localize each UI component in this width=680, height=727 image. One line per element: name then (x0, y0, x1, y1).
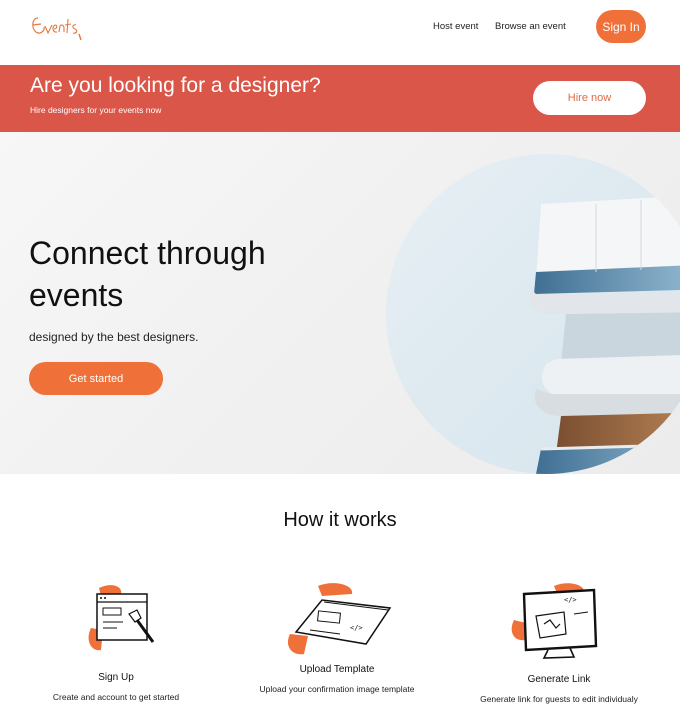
step-title: Sign Up (98, 672, 134, 683)
building-image (386, 154, 680, 474)
banner-title: Are you looking for a designer? (30, 74, 321, 97)
svg-text:</>: </> (350, 624, 363, 632)
svg-text:</>: </> (564, 596, 577, 604)
banner-subtitle: Hire designers for your events now (30, 105, 162, 115)
step-description: Create and account to get started (52, 692, 180, 702)
hero-title: Connect through events (29, 235, 266, 313)
sign-in-button[interactable]: Sign In (596, 10, 646, 43)
building-photo-icon (386, 154, 680, 474)
monitor-link-icon: </> (504, 580, 614, 662)
nav-host-event[interactable]: Host event (433, 21, 478, 32)
hero-subtitle: designed by the best designers. (29, 330, 199, 344)
site-header: Host event Browse an event Sign In (0, 0, 680, 66)
events-logo[interactable] (28, 6, 88, 46)
hero-section: Connect through events designed by the b… (0, 132, 680, 474)
designer-banner: Are you looking for a designer? Hire des… (0, 65, 680, 132)
step-title: Generate Link (527, 674, 591, 685)
step-description: Generate link for guests to edit individ… (480, 694, 638, 704)
get-started-button[interactable]: Get started (29, 362, 163, 395)
step-sign-up: Sign Up Create and account to get starte… (16, 580, 216, 702)
nav-browse-event[interactable]: Browse an event (495, 21, 566, 32)
step-generate-link: </> Generate Link Generate link for gues… (459, 580, 659, 704)
step-upload-template: </> Upload Template Upload your confirma… (237, 580, 437, 694)
browser-sketch-icon (61, 580, 171, 662)
step-title: Upload Template (299, 664, 375, 675)
how-it-works-title: How it works (283, 509, 397, 531)
logo-script-icon (32, 17, 82, 41)
step-description: Upload your confirmation image template (259, 684, 415, 694)
template-card-icon: </> (282, 580, 392, 662)
hire-now-button[interactable]: Hire now (533, 81, 646, 115)
